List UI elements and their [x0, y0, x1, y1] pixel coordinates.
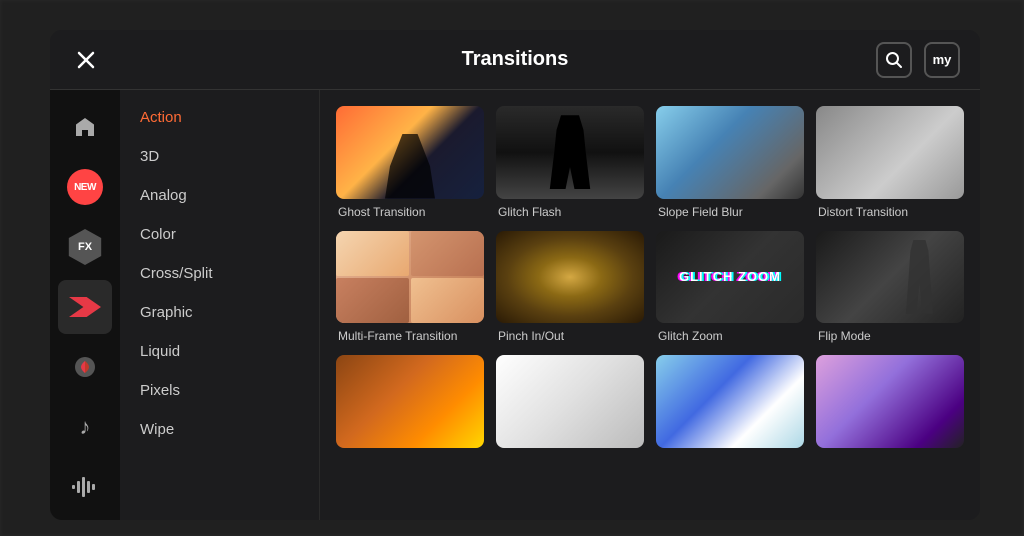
list-item[interactable] — [336, 355, 484, 454]
modal-title: Transitions — [462, 48, 569, 71]
sidebar-item-color[interactable]: Color — [120, 215, 319, 254]
nav-effects[interactable] — [58, 340, 112, 394]
photo-overlay-icon — [336, 231, 484, 324]
transitions-grid-content: Ghost Transition Glitch Flash Slope Fiel… — [320, 90, 980, 520]
modal-body: NEW FX ♪ — [50, 90, 980, 520]
list-item[interactable]: GLITCH ZOOM Glitch Zoom — [656, 231, 804, 344]
my-button[interactable]: my — [924, 42, 960, 78]
slope-field-blur-thumb — [656, 106, 804, 199]
list-item[interactable]: Glitch Flash — [496, 106, 644, 219]
ghost-transition-label: Ghost Transition — [336, 205, 484, 219]
distort-transition-label: Distort Transition — [816, 205, 964, 219]
modal-header: Transitions my — [50, 30, 980, 90]
new-badge: NEW — [67, 169, 103, 205]
nav-new[interactable]: NEW — [58, 160, 112, 214]
search-button[interactable] — [876, 42, 912, 78]
glitch-zoom-text: GLITCH ZOOM — [679, 269, 781, 284]
sidebar-item-pixels[interactable]: Pixels — [120, 371, 319, 410]
glitch-flash-label: Glitch Flash — [496, 205, 644, 219]
list-item[interactable] — [816, 355, 964, 454]
pinch-inout-label: Pinch In/Out — [496, 329, 644, 343]
left-nav: NEW FX ♪ — [50, 90, 120, 520]
close-button[interactable] — [70, 44, 102, 76]
sidebar-item-cross-split[interactable]: Cross/Split — [120, 254, 319, 293]
list-item[interactable]: Pinch In/Out — [496, 231, 644, 344]
slope-field-blur-label: Slope Field Blur — [656, 205, 804, 219]
row3b-thumb — [496, 355, 644, 448]
ghost-transition-thumb — [336, 106, 484, 199]
glitch-flash-thumb — [496, 106, 644, 199]
list-item[interactable] — [656, 355, 804, 454]
sidebar-item-wipe[interactable]: Wipe — [120, 410, 319, 449]
sidebar-item-action[interactable]: Action — [120, 98, 319, 137]
distort-transition-thumb — [816, 106, 964, 199]
nav-home[interactable] — [58, 100, 112, 154]
multi-frame-label: Multi-Frame Transition — [336, 329, 484, 343]
multi-frame-thumb — [336, 231, 484, 324]
nav-fx[interactable]: FX — [58, 220, 112, 274]
transitions-modal: Transitions my NEW — [50, 30, 980, 520]
row3d-thumb — [816, 355, 964, 448]
list-item[interactable]: Slope Field Blur — [656, 106, 804, 219]
list-item[interactable]: Flip Mode — [816, 231, 964, 344]
flip-mode-thumb — [816, 231, 964, 324]
person-silhouette-flip-icon — [904, 240, 934, 314]
glitch-zoom-thumb: GLITCH ZOOM — [656, 231, 804, 324]
transitions-grid: Ghost Transition Glitch Flash Slope Fiel… — [336, 106, 964, 454]
list-item[interactable]: Distort Transition — [816, 106, 964, 219]
sidebar: Action 3D Analog Color Cross/Split Graph… — [120, 90, 320, 520]
sidebar-item-graphic[interactable]: Graphic — [120, 293, 319, 332]
flip-mode-label: Flip Mode — [816, 329, 964, 343]
glitch-zoom-label: Glitch Zoom — [656, 329, 804, 343]
row3a-thumb — [336, 355, 484, 448]
sidebar-item-liquid[interactable]: Liquid — [120, 332, 319, 371]
list-item[interactable]: Ghost Transition — [336, 106, 484, 219]
nav-audio[interactable] — [58, 460, 112, 514]
list-item[interactable]: Multi-Frame Transition — [336, 231, 484, 344]
bowtie-icon — [69, 297, 101, 317]
sidebar-item-3d[interactable]: 3D — [120, 137, 319, 176]
nav-transition[interactable] — [58, 280, 112, 334]
pinch-inout-thumb — [496, 231, 644, 324]
person-silhouette-icon — [496, 106, 644, 199]
row3c-thumb — [656, 355, 804, 448]
header-actions: my — [876, 42, 960, 78]
silhouette-icon — [385, 134, 435, 199]
nav-music[interactable]: ♪ — [58, 400, 112, 454]
list-item[interactable] — [496, 355, 644, 454]
sidebar-item-analog[interactable]: Analog — [120, 176, 319, 215]
